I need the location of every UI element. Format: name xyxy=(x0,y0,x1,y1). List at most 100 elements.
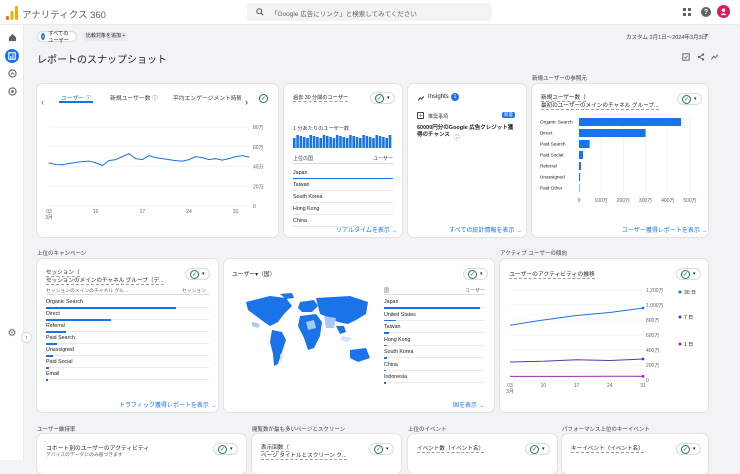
campaign-col-left: セッションのメインのチャネル グル... xyxy=(46,287,128,294)
campaign-row-bar xyxy=(46,307,176,309)
bar-organic-search[interactable] xyxy=(579,118,681,126)
insights-sparkle-icon[interactable] xyxy=(710,52,719,61)
check-icon: ✓ xyxy=(374,445,383,454)
insight-text[interactable]: 60000円分のGoogle 広告クレジット獲得のチャンス xyxy=(417,125,517,140)
row-divider xyxy=(46,355,209,356)
insight-help-icon[interactable]: ⓘ xyxy=(454,133,460,142)
view-all-insights-link[interactable]: すべての統計情報を表示 → xyxy=(449,225,522,234)
section-retention: ユーザー維持率 xyxy=(37,425,75,433)
retention-compare-button[interactable]: ✓▾ xyxy=(213,443,238,455)
country-title[interactable]: ユーザー▾（国） xyxy=(232,269,275,278)
realtime-title[interactable]: 過去 30 分間のユーザー xyxy=(293,94,348,102)
minute-bar xyxy=(336,135,339,148)
help-icon[interactable]: ? xyxy=(701,7,711,17)
campaign-row-bar xyxy=(46,379,48,381)
x-tick-label: 17 xyxy=(574,383,580,389)
chip-label: すべてのユーザー xyxy=(48,30,73,44)
pages-compare-button[interactable]: ✓▾ xyxy=(369,443,394,455)
home-icon[interactable] xyxy=(7,32,17,42)
add-comparison-button[interactable]: 比較対象を追加 + xyxy=(83,32,128,41)
country-row[interactable]: United States xyxy=(384,312,416,318)
campaign-row[interactable]: Unassigned xyxy=(46,347,74,353)
campaign-row[interactable]: Paid Search xyxy=(46,335,75,341)
world-map[interactable] xyxy=(240,292,378,378)
y-tick-label: 400万 xyxy=(646,348,659,354)
retention-card: コホート別のユーザーのアクティビティ デバイスのデータにのみ基づきます ✓▾ xyxy=(37,434,246,474)
date-range[interactable]: カスタム 3月1日～2024年3月3日 xyxy=(626,33,707,41)
country-row[interactable]: Japan xyxy=(384,299,398,305)
reports-icon[interactable] xyxy=(5,49,19,63)
check-icon: ✓ xyxy=(190,270,199,279)
bar-unassigned[interactable] xyxy=(579,173,580,181)
country-col-header: 国 xyxy=(384,287,389,294)
country-compare-button[interactable]: ✓▾ xyxy=(463,268,488,280)
realtime-country-row[interactable]: China xyxy=(293,218,307,224)
country-row[interactable]: South Korea xyxy=(384,349,413,355)
active-users-card: ユーザーのアクティビティの推移 ✓▾ 1,200万1,000万800万600万4… xyxy=(500,259,708,412)
minute-bar xyxy=(300,136,303,148)
bar-paid-search[interactable] xyxy=(579,140,590,148)
customize-report-icon[interactable] xyxy=(681,52,690,61)
events-compare-button[interactable]: ✓▾ xyxy=(525,443,550,455)
share-icon[interactable] xyxy=(696,52,705,61)
country-row[interactable]: Taiwan xyxy=(384,324,401,330)
expand-rail-icon[interactable]: › xyxy=(22,333,31,342)
users-point-03/11 xyxy=(115,159,116,160)
campaign-compare-button[interactable]: ✓▾ xyxy=(185,268,210,280)
explore-icon[interactable] xyxy=(7,68,17,78)
date-range-dropdown-icon[interactable]: ▾ xyxy=(705,32,708,39)
advertising-icon[interactable] xyxy=(7,86,17,96)
campaign-row-bar xyxy=(46,355,53,357)
campaign-row[interactable]: Paid Social xyxy=(46,359,73,365)
campaign-row[interactable]: Direct xyxy=(46,311,60,317)
campaign-row[interactable]: Email xyxy=(46,371,59,377)
campaign-subtitle[interactable]: セッションのメインのチャネル グループ（デ... xyxy=(46,276,164,285)
country-row[interactable]: China xyxy=(384,362,398,368)
view-countries-link[interactable]: 国を表示 → xyxy=(453,400,485,409)
country-row[interactable]: Indonesia xyxy=(384,374,407,380)
section-top-campaigns: 上位のキャンペーン xyxy=(37,249,86,257)
bar-referral[interactable] xyxy=(579,162,581,170)
user-acquisition-link[interactable]: ユーザー獲得レポートを表示 → xyxy=(622,225,708,234)
admin-gear-icon[interactable]: ⚙ xyxy=(7,328,17,338)
apps-grid-icon[interactable] xyxy=(683,8,691,16)
minute-bar xyxy=(369,137,372,148)
minute-bar xyxy=(343,137,346,148)
series-line-0 xyxy=(510,308,643,325)
country-row-bar xyxy=(384,357,387,359)
campaign-row[interactable]: Organic Search xyxy=(46,299,83,305)
all-users-chip[interactable]: A すべてのユーザー xyxy=(37,31,77,42)
x-tick-label: 300万 xyxy=(639,198,652,204)
country-row[interactable]: Hong Kong xyxy=(384,337,411,343)
campaign-row[interactable]: Referral xyxy=(46,323,65,329)
events-title[interactable]: イベント数（イベント名） xyxy=(417,444,484,453)
avatar[interactable] xyxy=(717,5,730,18)
key-events-compare-button[interactable]: ✓▾ xyxy=(676,443,701,455)
realtime-compare-button[interactable]: ✓▾ xyxy=(370,92,395,104)
row-divider xyxy=(293,226,393,227)
new-users-bar-chart: 0100万200万300万400万500万Organic SearchDirec… xyxy=(532,84,708,214)
series-endpoint-1 xyxy=(642,358,645,361)
users-point-03/27 xyxy=(222,160,223,161)
traffic-acquisition-link[interactable]: トラフィック獲得レポートを表示 → xyxy=(119,400,217,409)
realtime-country-row[interactable]: Taiwan xyxy=(293,182,310,188)
users-point-03/06 xyxy=(82,161,83,162)
bar-direct[interactable] xyxy=(579,129,646,137)
realtime-country-row[interactable]: Hong Kong xyxy=(293,206,320,212)
series-endpoint-0 xyxy=(642,307,645,310)
minute-bar xyxy=(303,137,306,148)
key-events-title[interactable]: キーイベント（イベント名） xyxy=(571,444,644,453)
row-divider xyxy=(46,367,209,368)
users-line-chart: 80万60万40万20万003101724313月 xyxy=(37,84,278,237)
legend-swatch xyxy=(679,343,682,346)
realtime-country-row[interactable]: Japan xyxy=(293,170,307,176)
search-input[interactable]: 「Google 広告にリンク」と検索してみてください xyxy=(271,8,417,18)
category-label: Paid Social xyxy=(540,153,563,158)
pages-subtitle[interactable]: ページ タイトルとスクリーン ク... xyxy=(261,451,347,460)
bar-paid-social[interactable] xyxy=(579,151,583,159)
country-row-bar xyxy=(384,320,396,322)
campaign-row-bar xyxy=(46,343,57,345)
realtime-country-row[interactable]: South Korea xyxy=(293,194,322,200)
users-point-03/28 xyxy=(229,158,230,159)
top-events-card: イベント数（イベント名） ✓▾ xyxy=(408,434,557,474)
